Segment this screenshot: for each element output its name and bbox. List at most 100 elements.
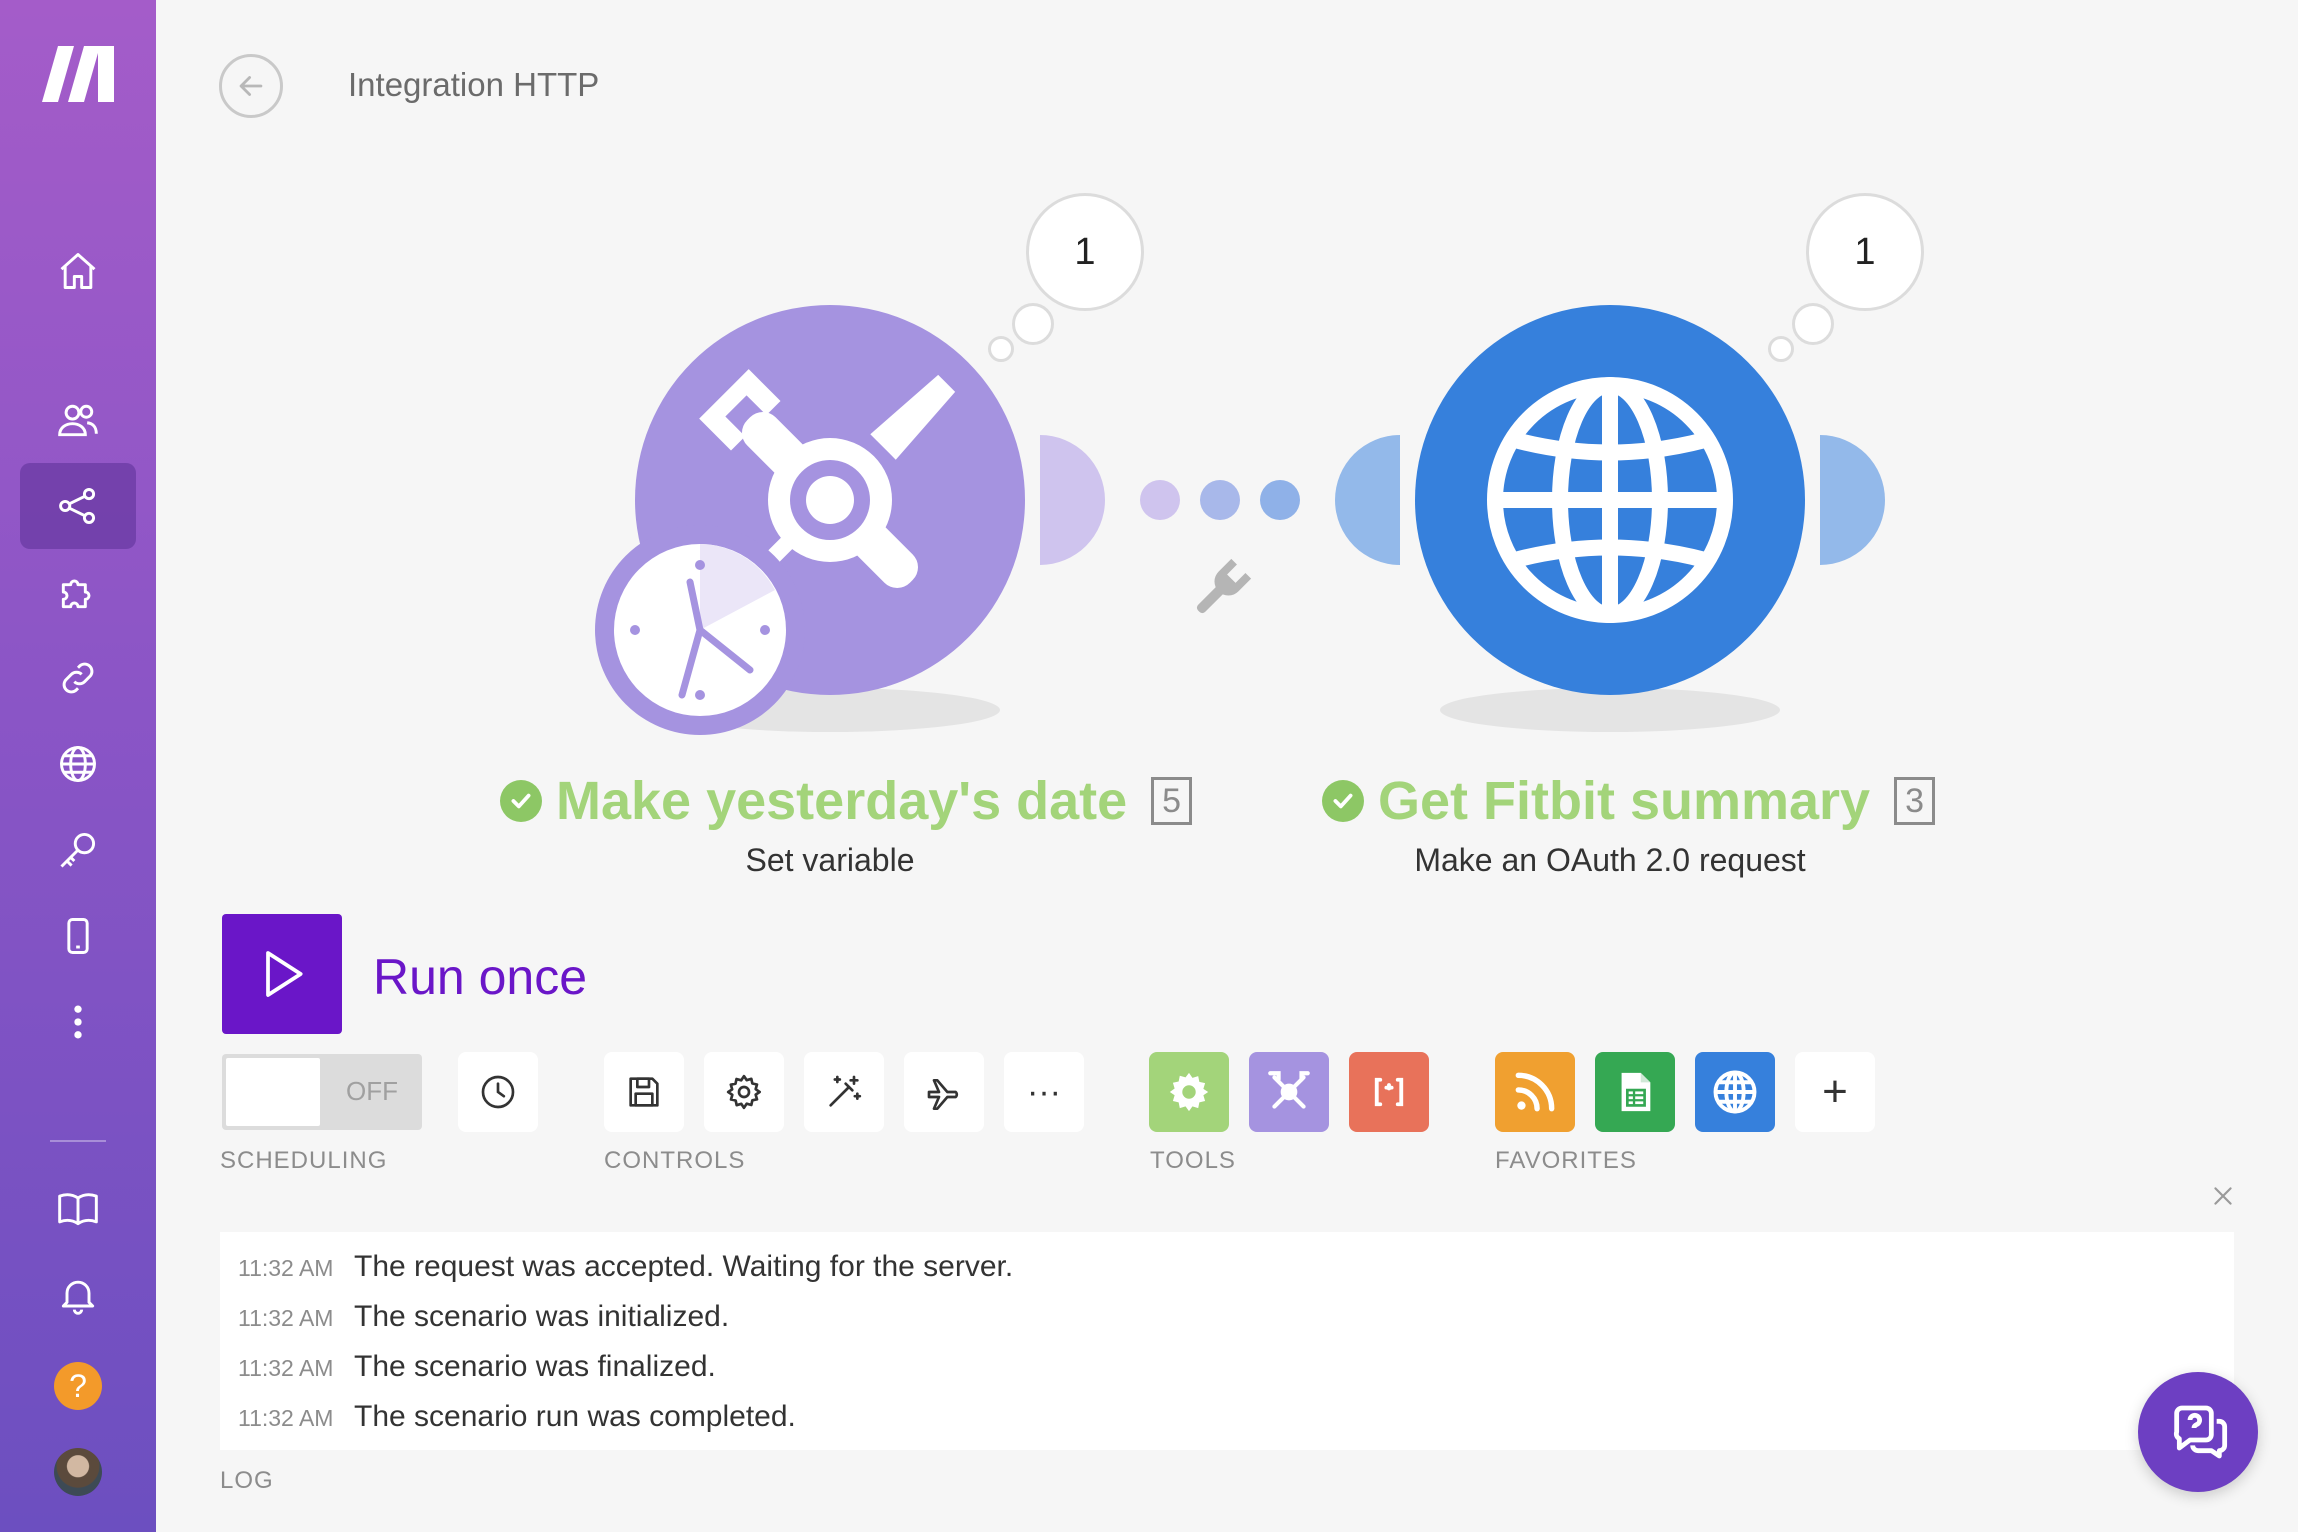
controls-label: CONTROLS: [604, 1147, 746, 1174]
thought-bubble-small: [1768, 336, 1794, 362]
home-icon: [60, 253, 96, 289]
explain-flow-button[interactable]: [904, 1052, 984, 1132]
globe-icon: [1487, 377, 1733, 623]
log-label: LOG: [220, 1467, 274, 1494]
favorite-http[interactable]: [1695, 1052, 1775, 1132]
toggle-knob: [226, 1058, 320, 1126]
users-icon: [58, 404, 98, 437]
tool-tools[interactable]: [1249, 1052, 1329, 1132]
save-icon: [629, 1077, 659, 1107]
module-title[interactable]: Get Fitbit summary 3: [1322, 770, 1936, 832]
log-time: 11:32 AM: [238, 1355, 334, 1381]
module-id-badge: 3: [1894, 777, 1936, 825]
log-message: The request was accepted. Waiting for th…: [354, 1250, 1014, 1283]
log-time: 11:32 AM: [238, 1255, 334, 1281]
rss-icon: [1515, 1072, 1555, 1112]
clock-icon: [481, 1075, 515, 1109]
sidebar-item-more[interactable]: [20, 979, 136, 1065]
log-entry: 11:32 AM The request was accepted. Waiti…: [238, 1250, 1013, 1284]
schedule-settings-button[interactable]: [458, 1052, 538, 1132]
tool-json[interactable]: [1349, 1052, 1429, 1132]
key-icon: [60, 832, 96, 868]
wrench-icon: [1196, 558, 1252, 614]
scheduling-label: SCHEDULING: [220, 1147, 388, 1174]
tools-icon: [1268, 1071, 1310, 1109]
chat-help-icon: [2173, 1405, 2228, 1459]
avatar[interactable]: [54, 1448, 102, 1496]
tool-flow-control[interactable]: [1149, 1052, 1229, 1132]
auto-align-button[interactable]: [804, 1052, 884, 1132]
play-icon: [266, 951, 303, 997]
module-set-variable[interactable]: [590, 290, 1130, 740]
module-connector-right: [1040, 435, 1105, 565]
thought-bubble-small: [988, 336, 1014, 362]
globe-icon: [60, 746, 96, 782]
thought-bubble-medium: [1792, 303, 1834, 345]
log-entry: 11:32 AM The scenario was initialized.: [238, 1300, 729, 1334]
chat-support-button[interactable]: [2138, 1372, 2258, 1492]
more-vertical-icon: [74, 1005, 82, 1039]
sidebar-item-devices[interactable]: [20, 893, 136, 979]
check-icon: [500, 780, 542, 822]
sidebar-item-docs[interactable]: [20, 1166, 136, 1252]
sidebar-item-scenarios[interactable]: [20, 463, 136, 549]
sidebar-item-webhooks[interactable]: [20, 721, 136, 807]
help-button[interactable]: ?: [54, 1362, 102, 1410]
log-entry: 11:32 AM The scenario was finalized.: [238, 1350, 716, 1384]
sidebar-divider: [50, 1140, 106, 1142]
log-time: 11:32 AM: [238, 1305, 334, 1331]
bell-icon: [61, 1280, 95, 1315]
log-message: The scenario was initialized.: [354, 1300, 730, 1333]
check-icon: [1322, 780, 1364, 822]
arrow-left-icon: [239, 76, 263, 96]
operations-bubble[interactable]: 1: [1026, 193, 1144, 311]
favorites-label: FAVORITES: [1495, 1147, 1637, 1174]
puzzle-icon: [61, 579, 91, 609]
gear-icon: [726, 1074, 761, 1110]
magic-wand-icon: [829, 1075, 862, 1107]
sidebar-item-connections[interactable]: [20, 635, 136, 721]
close-log-icon[interactable]: [2210, 1183, 2236, 1209]
favorite-rss[interactable]: [1495, 1052, 1575, 1132]
log-panel[interactable]: 11:32 AM The request was accepted. Waiti…: [220, 1232, 2234, 1450]
share-icon: [59, 488, 96, 524]
module-subtitle: Set variable: [745, 842, 915, 878]
make-logo[interactable]: [40, 44, 116, 104]
run-once-button[interactable]: [222, 914, 342, 1034]
save-button[interactable]: [604, 1052, 684, 1132]
sidebar-item-home[interactable]: [20, 228, 136, 314]
module-connector-right: [1820, 435, 1885, 565]
json-icon: [1374, 1077, 1404, 1107]
sidebar: ?: [0, 0, 156, 1532]
scheduling-toggle[interactable]: OFF: [222, 1054, 422, 1130]
route-connector[interactable]: [1130, 470, 1310, 620]
book-icon: [58, 1193, 98, 1226]
module-name: Get Fitbit summary: [1378, 771, 1871, 831]
module-connector-left: [1335, 435, 1400, 565]
module-title[interactable]: Make yesterday's date 5: [500, 770, 1193, 832]
sheets-icon: [1621, 1072, 1651, 1112]
run-once-label[interactable]: Run once: [373, 948, 587, 1006]
log-entry: 11:32 AM The scenario run was completed.: [238, 1400, 796, 1434]
link-icon: [62, 662, 94, 694]
module-name: Make yesterday's date: [556, 771, 1128, 831]
log-time: 11:32 AM: [238, 1405, 334, 1431]
sidebar-item-notifications[interactable]: [20, 1252, 136, 1338]
operations-bubble[interactable]: 1: [1806, 193, 1924, 311]
gear-icon: [1169, 1072, 1209, 1112]
add-favorite-button[interactable]: +: [1795, 1052, 1875, 1132]
sidebar-item-templates[interactable]: [20, 549, 136, 635]
module-http-oauth[interactable]: [1330, 290, 1890, 740]
airplane-icon: [927, 1079, 959, 1110]
scenario-settings-button[interactable]: [704, 1052, 784, 1132]
back-button[interactable]: [219, 54, 283, 118]
sidebar-item-keys[interactable]: [20, 807, 136, 893]
module-id-badge: 5: [1151, 777, 1193, 825]
more-controls-button[interactable]: ···: [1004, 1052, 1084, 1132]
device-icon: [67, 918, 89, 954]
favorite-google-sheets[interactable]: [1595, 1052, 1675, 1132]
thought-bubble-medium: [1012, 303, 1054, 345]
sidebar-item-team[interactable]: [20, 377, 136, 463]
module-subtitle: Make an OAuth 2.0 request: [1414, 842, 1806, 878]
page-title: Integration HTTP: [348, 66, 600, 103]
